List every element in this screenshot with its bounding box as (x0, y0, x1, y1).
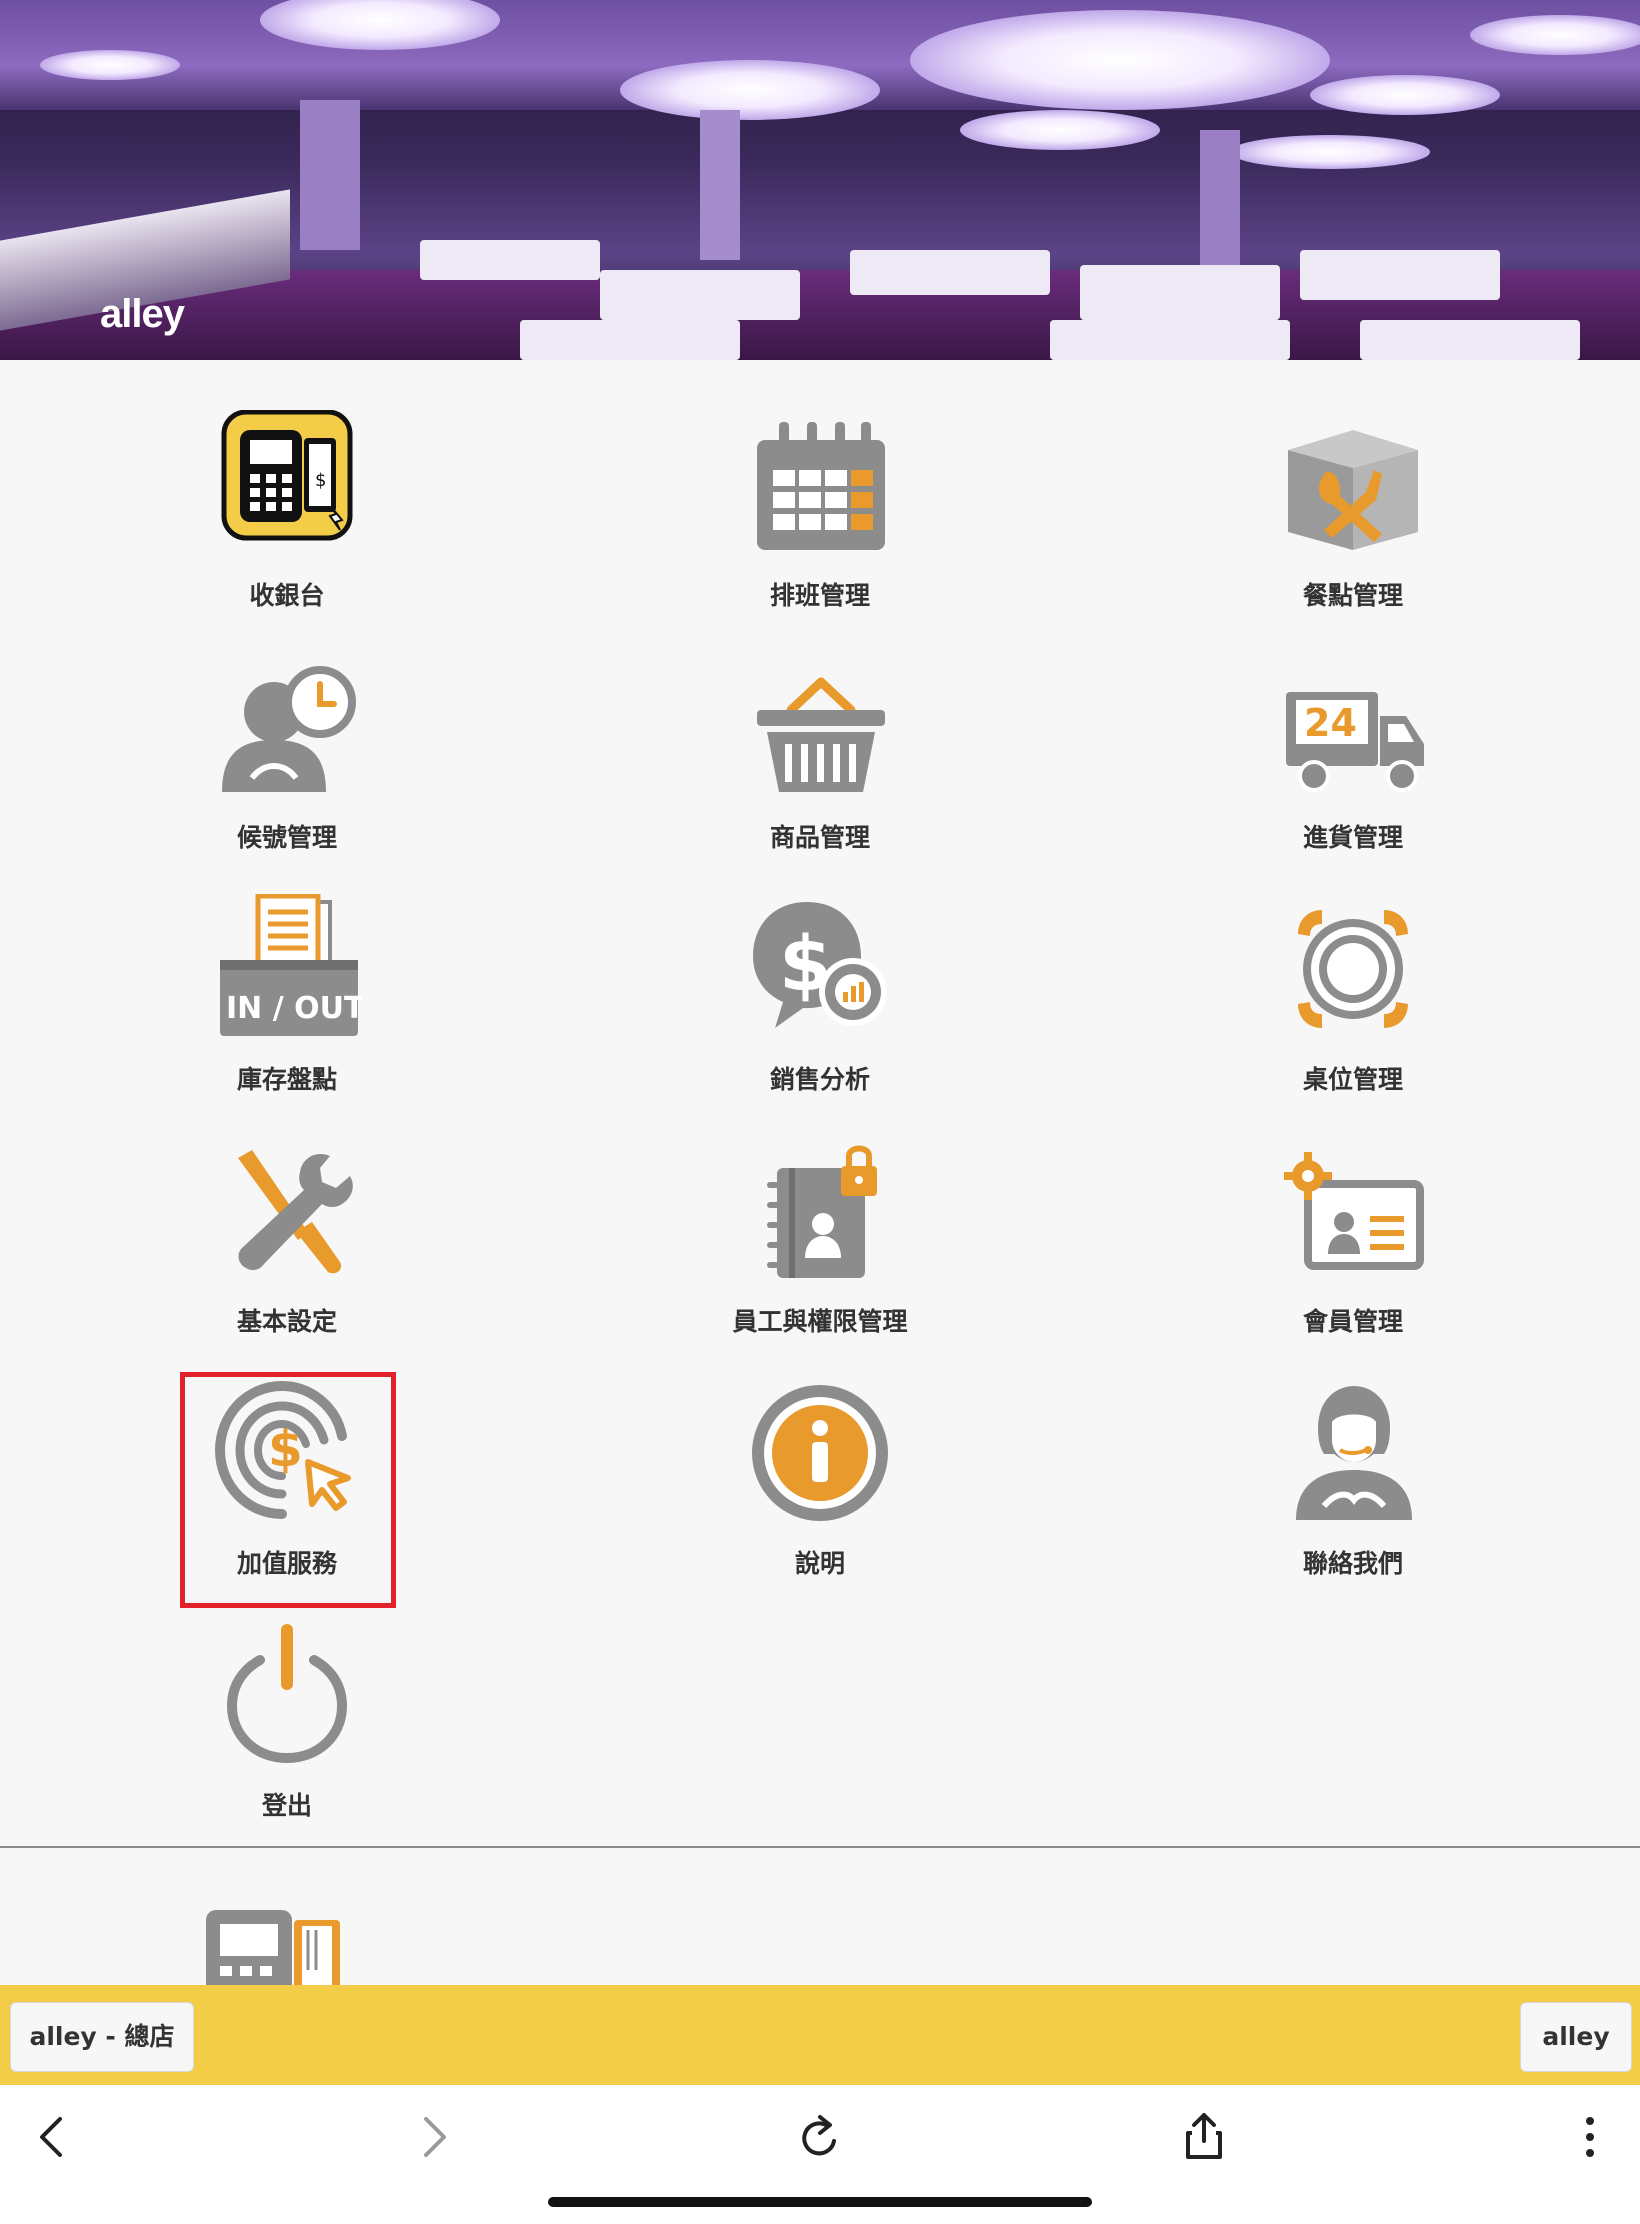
truck-24-text: 24 (1304, 701, 1357, 745)
chevron-left-icon (40, 2117, 62, 2157)
store-selector-button[interactable]: alley - 總店 (10, 2002, 194, 2072)
home-indicator (548, 2197, 1092, 2207)
menu-label: 員工與權限管理 (732, 1307, 908, 1336)
share-button[interactable] (1174, 2107, 1234, 2167)
menu-item-shift[interactable]: 排班管理 (660, 410, 960, 640)
menu-item-staff[interactable]: 員工與權限管理 (660, 1136, 960, 1366)
reload-button[interactable] (790, 2107, 850, 2167)
menu-label: 基本設定 (236, 1307, 337, 1336)
menu-label: 進貨管理 (1302, 823, 1403, 852)
cash-register-icon: $ (212, 409, 362, 560)
queue-person-clock-icon (212, 652, 362, 802)
menu-label: 銷售分析 (769, 1065, 870, 1094)
menu-label: 收銀台 (249, 581, 325, 610)
menu-item-sales[interactable]: $ 銷售分析 (660, 894, 960, 1124)
menu-item-purchasing[interactable]: 24 進貨管理 (1193, 652, 1493, 882)
menu-item-members[interactable]: 會員管理 (1193, 1136, 1493, 1366)
menu-label: 聯絡我們 (1302, 1549, 1403, 1578)
menu-item-logout[interactable]: 登出 (127, 1620, 427, 1850)
share-icon (1186, 2113, 1222, 2159)
menu-label: 候號管理 (236, 823, 337, 852)
section-divider (0, 1846, 1640, 1848)
store-bar: alley - 總店 alley (0, 1985, 1640, 2085)
menu-label: 桌位管理 (1302, 1065, 1403, 1094)
inout-text: IN / OUT (226, 991, 362, 1026)
menu-book-icon (1278, 410, 1428, 560)
menu-item-queue[interactable]: 候號管理 (127, 652, 427, 882)
basket-icon (745, 652, 895, 802)
menu-item-inventory[interactable]: IN / OUT 庫存盤點 (127, 893, 427, 1124)
user-account-button[interactable]: alley (1520, 2002, 1632, 2072)
back-button[interactable] (22, 2107, 82, 2167)
menu-label: 商品管理 (769, 823, 870, 852)
svg-text:$: $ (268, 1420, 303, 1478)
cashier-shortcut-icon[interactable] (204, 1910, 344, 1985)
menu-label: 加值服務 (236, 1549, 337, 1578)
reload-icon (802, 2115, 836, 2156)
menu-label: 排班管理 (769, 581, 870, 610)
more-vertical-icon (1586, 2117, 1594, 2157)
browser-toolbar (0, 2085, 1640, 2224)
member-card-icon (1278, 1136, 1428, 1286)
info-icon (745, 1378, 895, 1528)
menu-label: 登出 (261, 1791, 312, 1820)
menu-label: 庫存盤點 (236, 1065, 337, 1094)
menu-item-cashier[interactable]: $ 收銀台 (127, 409, 427, 640)
menu-item-help[interactable]: 說明 (660, 1378, 960, 1608)
menu-item-settings[interactable]: 基本設定 (127, 1136, 427, 1366)
support-agent-icon (1278, 1378, 1428, 1528)
more-options-button[interactable] (1560, 2107, 1620, 2167)
power-icon (212, 1620, 362, 1770)
menu-label: 餐點管理 (1302, 581, 1403, 610)
chevron-right-icon (424, 2117, 446, 2157)
value-added-icon: $ (212, 1378, 362, 1528)
sales-analysis-icon: $ (745, 894, 895, 1044)
forward-button[interactable] (404, 2107, 464, 2167)
tools-icon (212, 1136, 362, 1286)
svg-text:$: $ (315, 470, 326, 491)
menu-item-contact[interactable]: 聯絡我們 (1193, 1378, 1493, 1608)
banner-image: alley (0, 0, 1640, 360)
table-plate-icon (1278, 894, 1428, 1044)
menu-item-products[interactable]: 商品管理 (660, 652, 960, 882)
menu-item-meals[interactable]: 餐點管理 (1193, 410, 1493, 640)
menu-item-tables[interactable]: 桌位管理 (1193, 894, 1493, 1124)
brand-logo: alley (100, 292, 185, 336)
staff-lock-icon (745, 1136, 895, 1286)
menu-label: 會員管理 (1302, 1307, 1403, 1336)
calendar-icon (745, 410, 895, 560)
menu-item-value-added[interactable]: $ 加值服務 (127, 1378, 427, 1608)
inventory-inout-icon: IN / OUT (212, 893, 365, 1044)
menu-label: 說明 (794, 1549, 845, 1578)
truck-24-icon: 24 (1278, 652, 1428, 802)
